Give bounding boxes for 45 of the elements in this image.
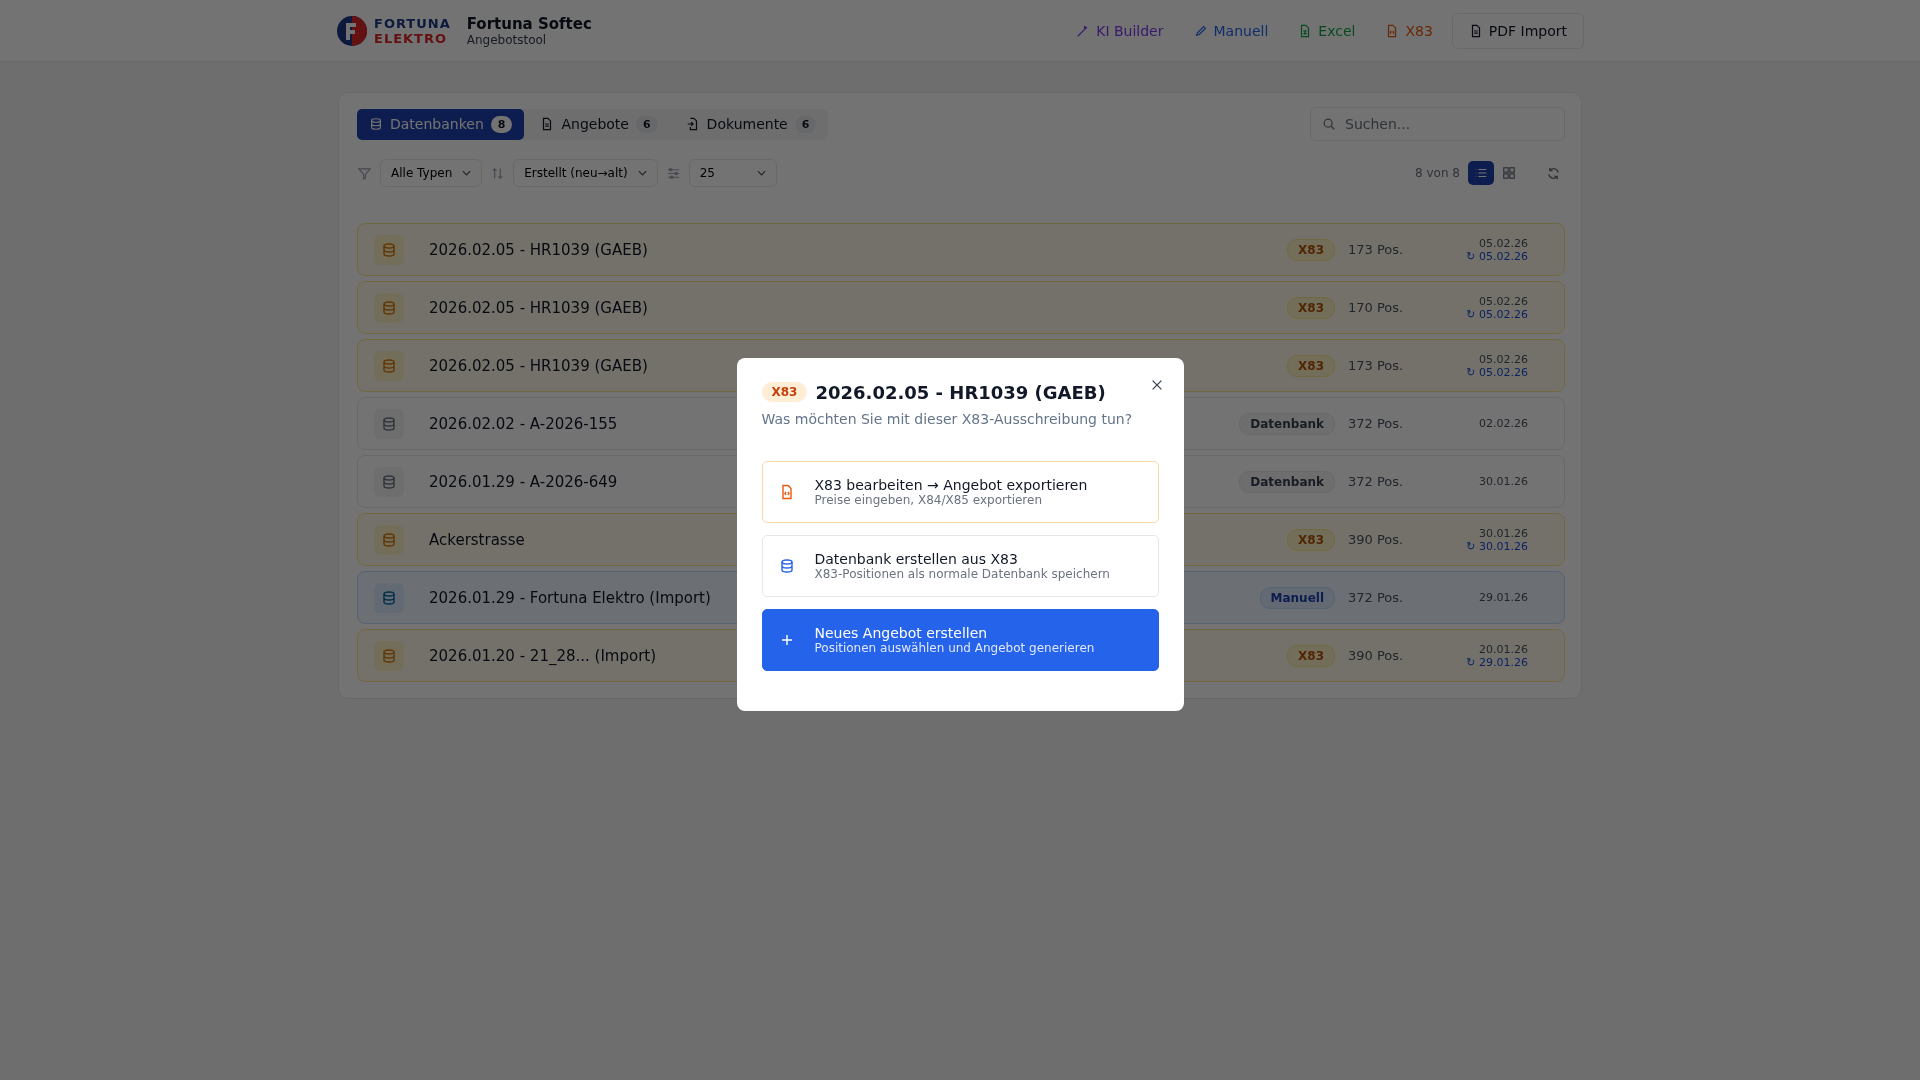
created-date: 02.02.26 bbox=[1479, 417, 1528, 430]
type-badge: Datenbank bbox=[1239, 470, 1335, 493]
updated-date: ↻ 05.02.26 bbox=[1466, 249, 1528, 263]
type-badge: Datenbank bbox=[1239, 412, 1335, 435]
logo-wordmark: FORTUNA bbox=[374, 16, 451, 30]
position-count: 372 Pos. bbox=[1348, 474, 1405, 489]
type-badge: X83 bbox=[761, 382, 808, 402]
updated-date: ↻ 05.02.26 bbox=[1466, 365, 1528, 379]
row-title: 2026.02.02 - A-2026-155 bbox=[429, 414, 618, 433]
row-title: 2026.01.29 - A-2026-649 bbox=[429, 472, 618, 491]
position-count: 170 Pos. bbox=[1348, 300, 1405, 315]
position-count: 372 Pos. bbox=[1348, 590, 1405, 605]
type-badge: X83 bbox=[1287, 238, 1335, 261]
row-title: 2026.02.05 - HR1039 (GAEB) bbox=[429, 298, 648, 317]
created-date: 20.01.26 bbox=[1479, 642, 1528, 656]
type-badge: X83 bbox=[1287, 644, 1335, 667]
type-badge: X83 bbox=[1287, 296, 1335, 319]
position-count: 372 Pos. bbox=[1348, 416, 1405, 431]
type-badge: X83 bbox=[1287, 528, 1335, 551]
created-date: 30.01.26 bbox=[1479, 526, 1528, 540]
position-count: 390 Pos. bbox=[1348, 648, 1405, 663]
updated-date: ↻ 30.01.26 bbox=[1466, 539, 1528, 553]
app-title: Fortuna Softec bbox=[466, 14, 592, 33]
updated-date: ↻ 05.02.26 bbox=[1466, 307, 1528, 321]
row-title: 2026.02.05 - HR1039 (GAEB) bbox=[429, 240, 648, 259]
row-title: 2026.01.20 - 21_28... (Import) bbox=[429, 646, 657, 665]
row-title: 2026.01.29 - Fortuna Elektro (Import) bbox=[429, 588, 711, 607]
created-date: 05.02.26 bbox=[1479, 294, 1528, 308]
row-title: 2026.02.05 - HR1039 (GAEB) bbox=[429, 356, 648, 375]
position-count: 173 Pos. bbox=[1348, 242, 1405, 257]
created-date: 29.01.26 bbox=[1479, 591, 1528, 604]
row-title: Ackerstrasse bbox=[429, 530, 525, 549]
type-badge: Manuell bbox=[1259, 586, 1335, 609]
result-count: 8 von 8 bbox=[1415, 166, 1460, 180]
updated-date: ↻ 29.01.26 bbox=[1466, 655, 1528, 669]
created-date: 30.01.26 bbox=[1479, 475, 1528, 488]
type-badge: X83 bbox=[1287, 354, 1335, 377]
logo-wordmark: ELEKTRO bbox=[374, 31, 449, 45]
position-count: 173 Pos. bbox=[1348, 358, 1405, 373]
dialog-title: 2026.02.05 - HR1039 (GAEB) bbox=[815, 381, 1106, 403]
created-date: 05.02.26 bbox=[1479, 352, 1528, 366]
position-count: 390 Pos. bbox=[1348, 532, 1405, 547]
dialog-question: Was möchten Sie mit dieser X83-Ausschreibung tun? bbox=[761, 410, 1134, 427]
app-subtitle: Angebotstool bbox=[466, 32, 548, 47]
created-date: 05.02.26 bbox=[1479, 236, 1528, 250]
